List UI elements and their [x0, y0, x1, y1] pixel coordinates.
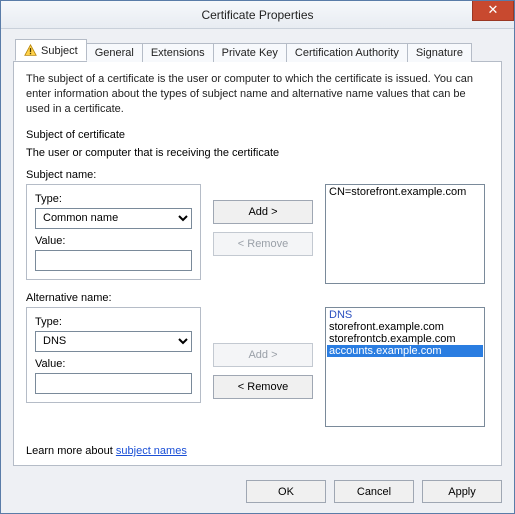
- close-button[interactable]: ✕: [472, 1, 514, 21]
- subject-remove-button[interactable]: < Remove: [213, 232, 313, 256]
- apply-button[interactable]: Apply: [422, 480, 502, 503]
- dialog-body: Subject General Extensions Private Key C…: [1, 29, 514, 472]
- alt-remove-button[interactable]: < Remove: [213, 375, 313, 399]
- tab-private-key[interactable]: Private Key: [213, 43, 287, 62]
- tab-label: Subject: [41, 45, 78, 57]
- tab-subject[interactable]: Subject: [15, 39, 87, 61]
- subject-value-label: Value:: [35, 235, 192, 247]
- alt-buttons: Add > < Remove: [213, 307, 313, 399]
- alt-name-group: Type: DNS Value:: [26, 307, 201, 403]
- tab-signature[interactable]: Signature: [407, 43, 472, 62]
- ok-button[interactable]: OK: [246, 480, 326, 503]
- alt-name-list[interactable]: DNS storefront.example.com storefrontcb.…: [325, 307, 485, 427]
- list-item[interactable]: storefrontcb.example.com: [327, 333, 483, 345]
- tab-general[interactable]: General: [86, 43, 143, 62]
- tab-extensions[interactable]: Extensions: [142, 43, 214, 62]
- subject-name-list[interactable]: CN=storefront.example.com: [325, 184, 485, 284]
- subject-value-input[interactable]: [35, 250, 192, 271]
- certificate-properties-window: Certificate Properties ✕ Subject General…: [0, 0, 515, 514]
- list-item[interactable]: CN=storefront.example.com: [327, 186, 483, 198]
- subject-name-heading: Subject name:: [26, 169, 489, 181]
- section-heading-subject-of-cert: Subject of certificate: [26, 129, 489, 141]
- cancel-button[interactable]: Cancel: [334, 480, 414, 503]
- subject-buttons: Add > < Remove: [213, 184, 313, 256]
- titlebar: Certificate Properties ✕: [1, 1, 514, 29]
- dialog-footer: OK Cancel Apply: [1, 472, 514, 513]
- subject-name-group: Type: Common name Value:: [26, 184, 201, 280]
- list-item[interactable]: accounts.example.com: [327, 345, 483, 357]
- description-text: The subject of a certificate is the user…: [26, 72, 489, 117]
- close-icon: ✕: [488, 2, 499, 17]
- learn-more: Learn more about subject names: [26, 445, 489, 457]
- alt-list-head: DNS: [327, 309, 483, 321]
- section-heading-receiving: The user or computer that is receiving t…: [26, 147, 489, 159]
- tab-content-subject: The subject of a certificate is the user…: [13, 62, 502, 466]
- subject-type-select[interactable]: Common name: [35, 208, 192, 229]
- subject-type-label: Type:: [35, 193, 192, 205]
- alt-value-input[interactable]: [35, 373, 192, 394]
- subject-add-button[interactable]: Add >: [213, 200, 313, 224]
- alt-type-select[interactable]: DNS: [35, 331, 192, 352]
- alt-name-heading: Alternative name:: [26, 292, 489, 304]
- warning-icon: [24, 44, 37, 57]
- window-title: Certificate Properties: [201, 8, 313, 22]
- tabstrip: Subject General Extensions Private Key C…: [13, 39, 502, 62]
- list-item[interactable]: storefront.example.com: [327, 321, 483, 333]
- tab-cert-authority[interactable]: Certification Authority: [286, 43, 408, 62]
- alt-type-label: Type:: [35, 316, 192, 328]
- alt-add-button[interactable]: Add >: [213, 343, 313, 367]
- alt-value-label: Value:: [35, 358, 192, 370]
- subject-names-link[interactable]: subject names: [116, 445, 187, 457]
